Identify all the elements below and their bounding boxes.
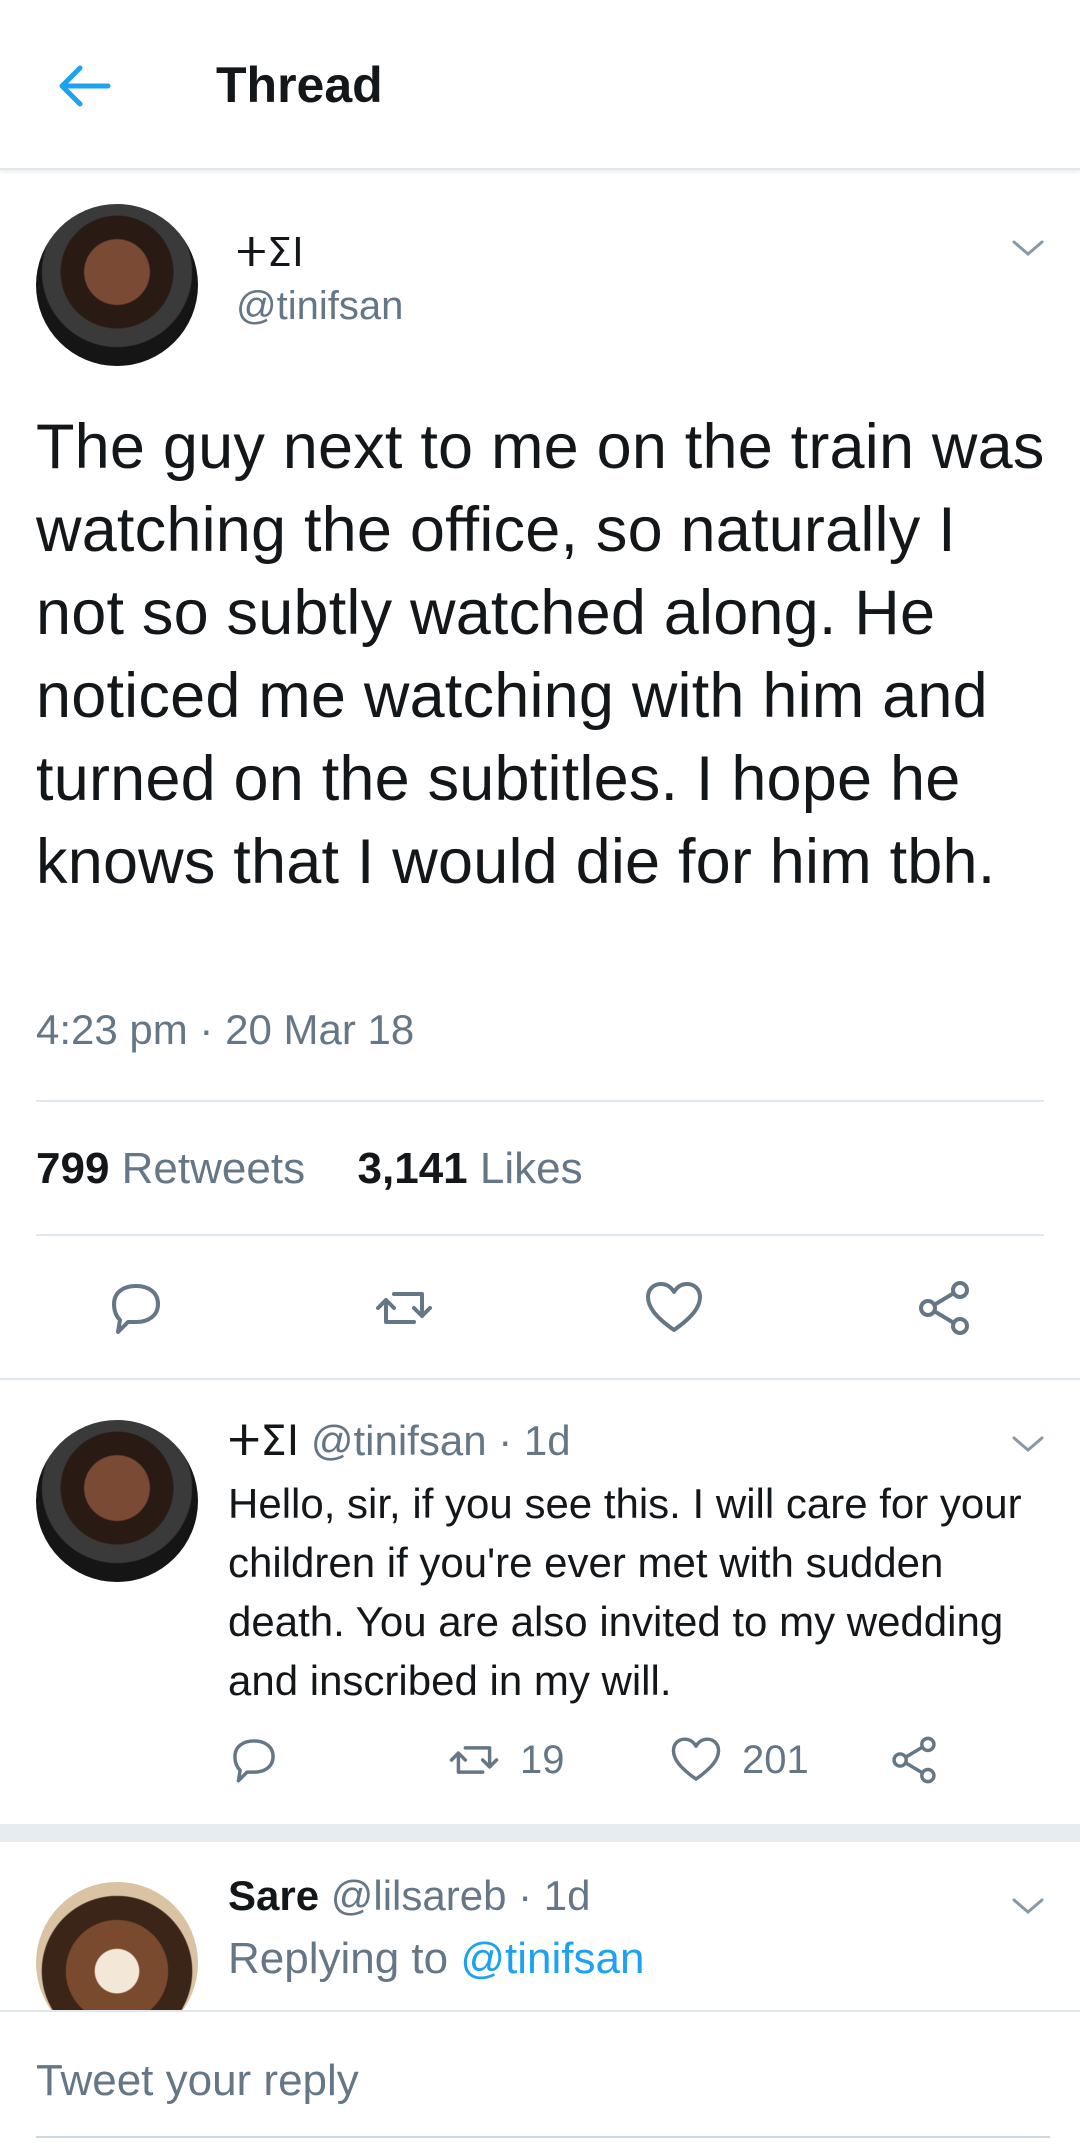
divider — [36, 1100, 1044, 1102]
chevron-down-icon[interactable] — [1010, 236, 1046, 260]
tweet-text: Hello, sir, if you see this. I will care… — [228, 1480, 1022, 1704]
reply-icon — [233, 1739, 275, 1783]
page-title: Thread — [216, 57, 383, 113]
handle[interactable]: @tinifsan — [236, 278, 403, 334]
retweet-icon[interactable] — [374, 1278, 434, 1338]
reply-tweet[interactable]: Sare @lilsareb · 1d Replying to @tinifsa… — [0, 1842, 1080, 2012]
chevron-down-icon[interactable] — [1010, 1894, 1046, 1918]
retweets-count[interactable]: 799 — [36, 1144, 109, 1193]
avatar[interactable] — [36, 204, 198, 366]
share-icon — [892, 1736, 936, 1784]
reply-icon[interactable] — [106, 1278, 166, 1338]
likes-label[interactable]: Likes — [480, 1144, 583, 1193]
like-count: 201 — [742, 1737, 809, 1782]
reply-tweet[interactable]: ⵜⵉⵏ @tinifsan · 1d Hello, sir, if you se… — [0, 1380, 1080, 1824]
reply-action-bar: 19 201 — [228, 1734, 1028, 1794]
replying-handle-link[interactable]: @tinifsan — [460, 1934, 644, 1983]
display-name[interactable]: ⵜⵉⵏ — [228, 1417, 299, 1464]
retweet-button[interactable]: 19 — [448, 1734, 565, 1786]
avatar[interactable] — [36, 1882, 198, 2012]
share-button[interactable] — [888, 1734, 940, 1786]
input-underline — [36, 2136, 1050, 2138]
display-name[interactable]: Sare — [228, 1872, 319, 1919]
tweet-text: The guy next to me on the train was watc… — [36, 412, 1045, 897]
retweet-count: 19 — [520, 1737, 565, 1782]
reply-tweet-header: Sare @lilsareb · 1d — [228, 1872, 590, 1920]
display-name[interactable]: ⵜⵉⵏ — [236, 228, 403, 278]
heart-icon — [671, 1737, 721, 1781]
avatar[interactable] — [36, 1420, 198, 1582]
handle-time[interactable]: @tinifsan · 1d — [311, 1417, 571, 1464]
replying-label: Replying to — [228, 1934, 449, 1983]
reply-composer[interactable]: Tweet your reply — [0, 2010, 1080, 2150]
top-bar: Thread — [0, 0, 1080, 170]
handle-time[interactable]: @lilsareb · 1d — [331, 1872, 591, 1919]
tweet-timestamp: 4:23 pm · 20 Mar 18 — [36, 1006, 415, 1053]
main-tweet-header: ⵜⵉⵏ @tinifsan — [236, 228, 403, 334]
back-arrow-icon[interactable] — [52, 54, 116, 118]
divider — [36, 1234, 1044, 1236]
chevron-down-icon[interactable] — [1010, 1432, 1046, 1456]
share-icon[interactable] — [914, 1278, 974, 1338]
reply-input[interactable]: Tweet your reply — [36, 2056, 359, 2106]
like-button[interactable]: 201 — [670, 1734, 809, 1786]
heart-icon[interactable] — [644, 1278, 704, 1338]
reply-button[interactable] — [228, 1734, 280, 1786]
likes-count[interactable]: 3,141 — [358, 1144, 468, 1193]
section-separator — [0, 1824, 1080, 1842]
retweets-label[interactable]: Retweets — [122, 1144, 305, 1193]
tweet-stats: 799 Retweets 3,141 Likes — [36, 1144, 583, 1194]
reply-tweet-header: ⵜⵉⵏ @tinifsan · 1d — [228, 1416, 571, 1465]
replying-to: Replying to @tinifsan — [228, 1934, 644, 1984]
retweet-icon — [449, 1746, 499, 1774]
